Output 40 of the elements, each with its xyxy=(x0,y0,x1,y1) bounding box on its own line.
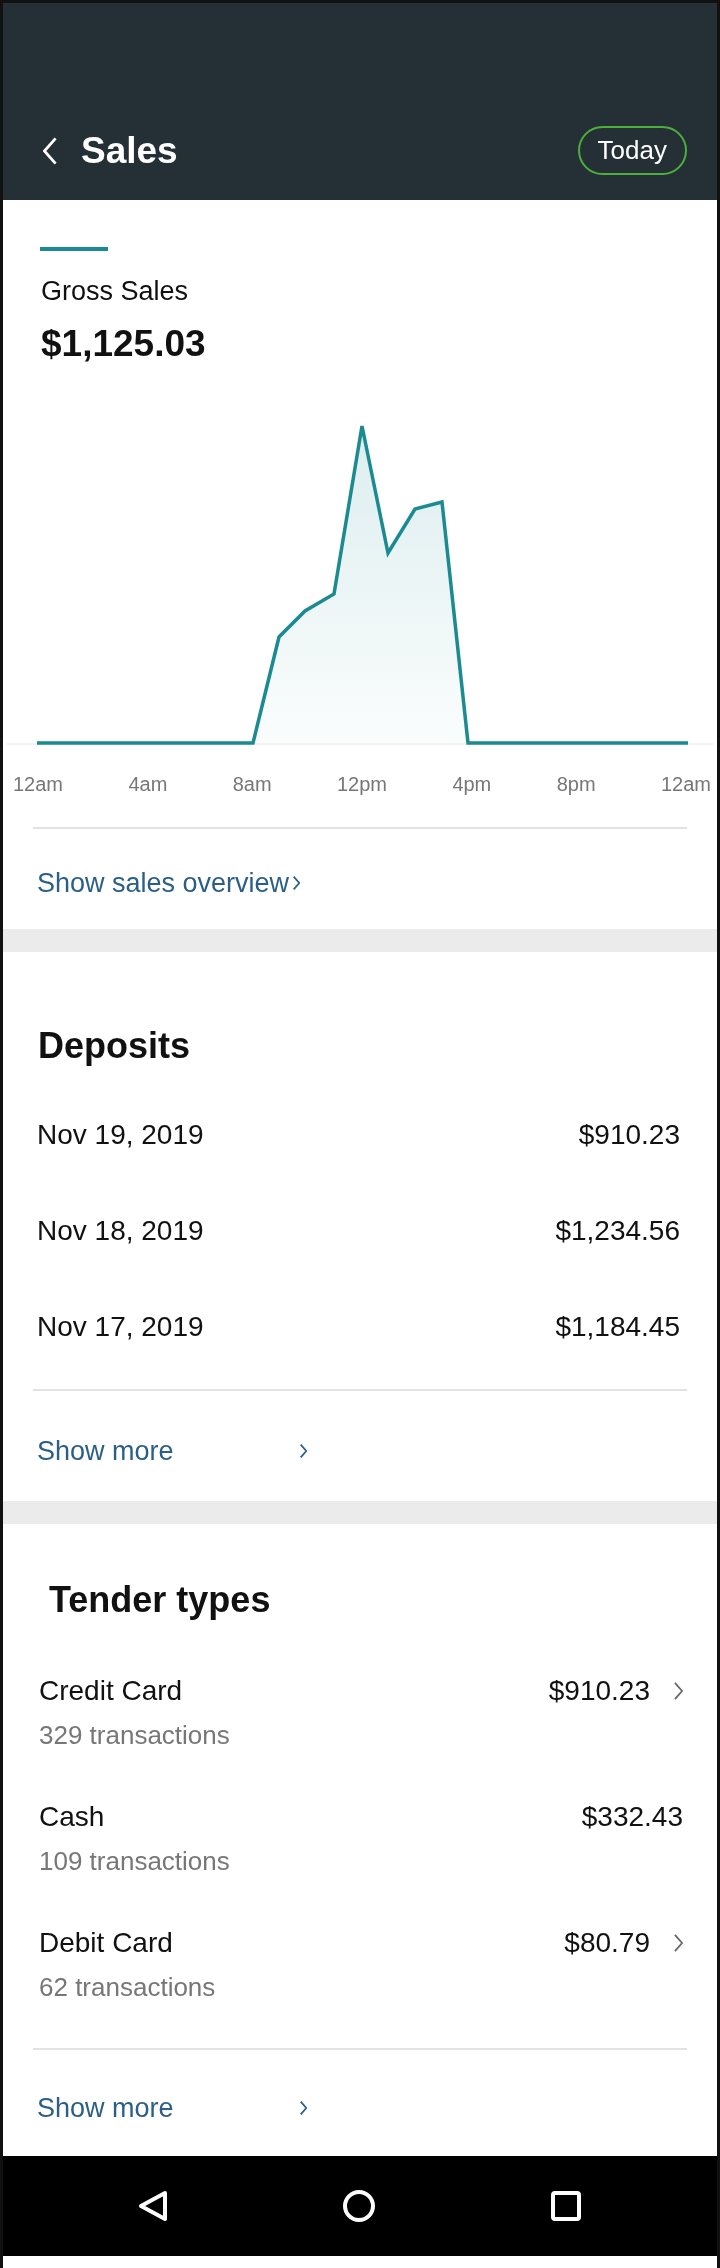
metric-label: Gross Sales xyxy=(41,275,190,308)
metric-value: $1,125.03 xyxy=(41,321,207,366)
chevron-icon xyxy=(299,2101,307,2116)
sales-overview-link[interactable]: Show sales overview xyxy=(37,863,301,904)
axis-label: 4pm xyxy=(452,772,492,797)
back-button[interactable] xyxy=(43,136,57,165)
axis-label: 12pm xyxy=(336,772,387,797)
show-more-link[interactable]: Show more xyxy=(37,2088,307,2129)
period-button[interactable]: Today xyxy=(577,125,687,176)
tender-amount: $910.23 xyxy=(548,1674,650,1708)
home-circle-icon[interactable] xyxy=(342,2189,376,2223)
axis-label: 8pm xyxy=(556,772,596,797)
section-title: Deposits xyxy=(38,1024,192,1068)
back-triangle-icon[interactable] xyxy=(138,2190,168,2222)
transaction-count: 329 transactions xyxy=(39,1719,230,1752)
screen-title: Sales xyxy=(81,128,179,173)
deposit-date: Nov 19, 2019 xyxy=(37,1118,204,1152)
axis-label: 12am xyxy=(660,772,711,797)
show-more-link[interactable]: Show more xyxy=(37,1431,307,1472)
deposit-amount: $1,234.56 xyxy=(555,1214,680,1248)
deposit-amount: $910.23 xyxy=(578,1118,680,1152)
axis-label: 12am xyxy=(13,772,64,797)
recents-square-icon[interactable] xyxy=(550,2190,582,2222)
tender-name: Cash xyxy=(39,1800,106,1834)
section-title: Tender types xyxy=(49,1578,272,1622)
axis-label: 8am xyxy=(232,772,272,797)
deposit-amount: $1,184.45 xyxy=(555,1310,680,1344)
accent-bar xyxy=(40,247,108,251)
chevron-icon xyxy=(299,1444,307,1459)
tender-amount: $332.43 xyxy=(581,1800,683,1834)
tender-name: Credit Card xyxy=(39,1674,184,1708)
deposit-date: Nov 18, 2019 xyxy=(37,1214,204,1248)
tender-name: Debit Card xyxy=(39,1926,174,1960)
deposit-date: Nov 17, 2019 xyxy=(37,1310,204,1344)
back-icon xyxy=(43,136,57,165)
transaction-count: 109 transactions xyxy=(39,1845,230,1878)
chevron-icon xyxy=(293,876,301,891)
tender-amount: $80.79 xyxy=(564,1926,650,1960)
transaction-count: 62 transactions xyxy=(39,1971,216,2004)
axis-label: 4am xyxy=(128,772,168,797)
